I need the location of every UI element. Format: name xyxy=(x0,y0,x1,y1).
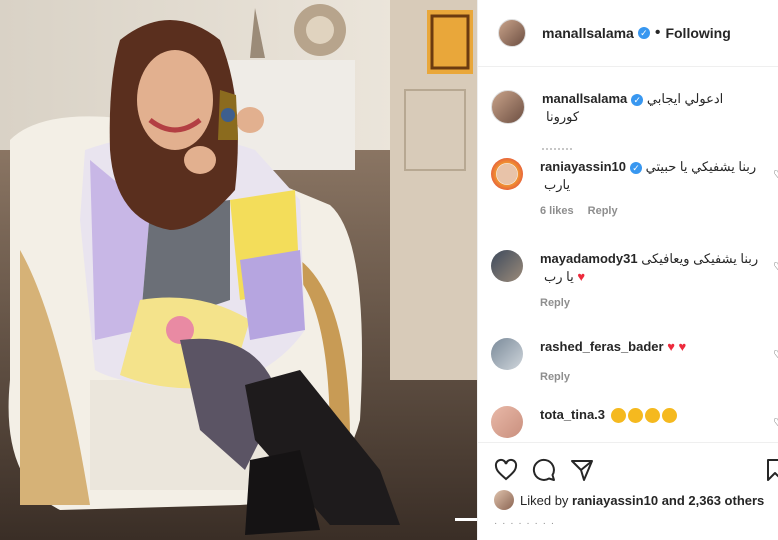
verified-badge-icon: ✓ xyxy=(630,161,643,174)
comment-row: rashed_feras_bader ♥ ♥ Reply ♡ xyxy=(491,338,778,386)
bookmark-icon[interactable] xyxy=(763,458,778,482)
verified-badge-icon: ✓ xyxy=(637,27,650,39)
following-button[interactable]: Following xyxy=(665,25,730,41)
commenter-avatar[interactable] xyxy=(491,338,523,370)
comment-likes[interactable]: 6 likes xyxy=(540,205,574,217)
comment-like-heart-icon[interactable]: ♡ xyxy=(773,416,778,429)
commenter-username[interactable]: mayadamody31 xyxy=(540,251,638,266)
sad-face-emoji-icon xyxy=(627,408,643,424)
timestamp-placeholder xyxy=(542,140,572,150)
action-bar xyxy=(494,450,778,490)
post-sidebar: manallsalama ✓ • Following manallsalama ✓… xyxy=(477,0,778,540)
sad-face-emoji-icon xyxy=(661,408,677,424)
caption-username[interactable]: manallsalama xyxy=(542,91,627,106)
comment-row: mayadamody31 ربنا يشفيكى ويعافيكى يا رب … xyxy=(491,250,778,312)
commenter-username[interactable]: rashed_feras_bader xyxy=(540,339,664,354)
heart-icon[interactable] xyxy=(494,458,518,482)
post-date-placeholder: · · · · · · · · xyxy=(494,518,556,529)
red-heart-emoji-icon: ♥ ♥ xyxy=(667,339,687,354)
reply-button[interactable]: Reply xyxy=(588,205,618,217)
commenter-avatar[interactable] xyxy=(491,406,523,438)
commenter-username[interactable]: raniayassin10 xyxy=(540,159,626,174)
sad-face-emoji-icon xyxy=(610,408,626,424)
comment-row: tota_tina.3 ♡ xyxy=(491,406,778,438)
caption-row: manallsalama ✓ ادعولي ايجابي كورونا xyxy=(491,90,778,150)
liked-by-label: Liked by xyxy=(520,492,569,508)
commenter-username[interactable]: tota_tina.3 xyxy=(540,407,605,422)
red-heart-emoji-icon: ♥ xyxy=(577,269,586,284)
post-header: manallsalama ✓ • Following xyxy=(478,0,778,67)
author-username[interactable]: manallsalama xyxy=(542,25,634,41)
reply-button[interactable]: Reply xyxy=(540,371,570,383)
sad-face-emoji-icon xyxy=(644,408,660,424)
separator-dot: • xyxy=(654,24,661,41)
reply-button[interactable]: Reply xyxy=(540,297,570,309)
comment-like-heart-icon[interactable]: ♡ xyxy=(773,260,778,273)
post-image xyxy=(0,0,477,540)
comment-like-heart-icon[interactable]: ♡ xyxy=(773,168,778,181)
likes-summary[interactable]: Liked by raniayassin10 and 2,363 others xyxy=(494,490,764,510)
paper-plane-icon[interactable] xyxy=(570,458,594,482)
comment-like-heart-icon[interactable]: ♡ xyxy=(773,348,778,361)
comments-list[interactable]: manallsalama ✓ ادعولي ايجابي كورونا rania… xyxy=(478,80,778,440)
verified-badge-icon: ✓ xyxy=(631,93,644,106)
divider xyxy=(478,442,778,443)
commenter-avatar[interactable] xyxy=(491,250,523,282)
comment-row: raniayassin10 ✓ ربنا يشفيكي يا حبيتي يارب… xyxy=(491,158,778,220)
author-avatar-small[interactable] xyxy=(491,90,525,124)
comment-icon[interactable] xyxy=(532,458,556,482)
commenter-avatar[interactable] xyxy=(491,158,523,190)
liker-avatar[interactable] xyxy=(494,490,514,510)
likes-count-text[interactable]: and 2,363 others xyxy=(662,493,765,508)
liker-username[interactable]: raniayassin10 xyxy=(572,493,658,508)
author-avatar[interactable] xyxy=(498,19,526,47)
post-photo[interactable] xyxy=(0,0,477,540)
